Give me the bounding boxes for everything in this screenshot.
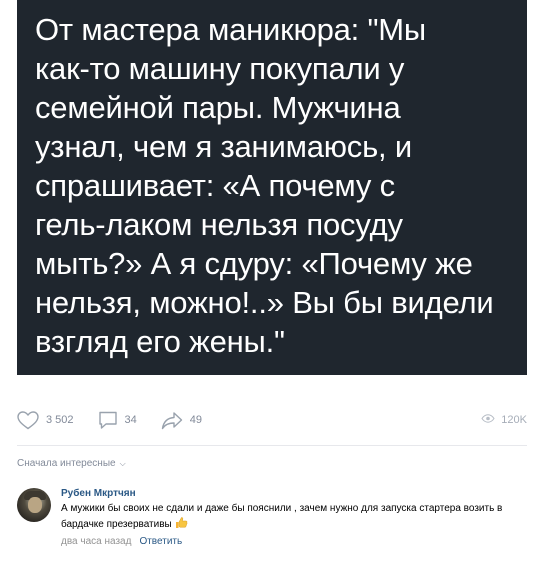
divider bbox=[17, 445, 527, 446]
comment-time[interactable]: два часа назад bbox=[61, 536, 131, 547]
views-counter: 120K bbox=[481, 414, 527, 426]
comment-text-block: А мужики бы своих не сдали и даже бы поя… bbox=[61, 502, 521, 534]
quote-text: От мастера маникюра: "Мы как-то машину п… bbox=[35, 12, 494, 359]
post-image-card: От мастера маникюра: "Мы как-то машину п… bbox=[17, 0, 527, 375]
like-count: 3 502 bbox=[46, 414, 74, 426]
heart-icon bbox=[17, 410, 46, 430]
thumbs-up-icon bbox=[175, 516, 188, 534]
share-count: 49 bbox=[189, 414, 203, 426]
comments-sort-dropdown[interactable]: Сначала интересные ⌵ bbox=[17, 458, 126, 469]
eye-icon bbox=[481, 414, 501, 426]
post-actions-bar: 3 502 34 49 120K bbox=[17, 405, 527, 435]
comment-button[interactable]: 34 bbox=[98, 411, 137, 430]
share-icon bbox=[161, 411, 190, 430]
comment-text: А мужики бы своих не сдали и даже бы поя… bbox=[61, 503, 503, 530]
comment-icon bbox=[98, 411, 125, 430]
share-button[interactable]: 49 bbox=[161, 411, 202, 430]
views-count: 120K bbox=[501, 414, 527, 426]
sort-label: Сначала интересные bbox=[17, 458, 116, 469]
comment-meta: два часа назад Ответить bbox=[61, 536, 521, 547]
avatar[interactable] bbox=[17, 488, 51, 522]
reply-button[interactable]: Ответить bbox=[139, 536, 182, 547]
like-button[interactable]: 3 502 bbox=[17, 410, 74, 430]
chevron-down-icon: ⌵ bbox=[119, 458, 126, 468]
comment-author-link[interactable]: Рубен Мкртчян bbox=[61, 488, 521, 499]
comment-count: 34 bbox=[124, 414, 137, 426]
